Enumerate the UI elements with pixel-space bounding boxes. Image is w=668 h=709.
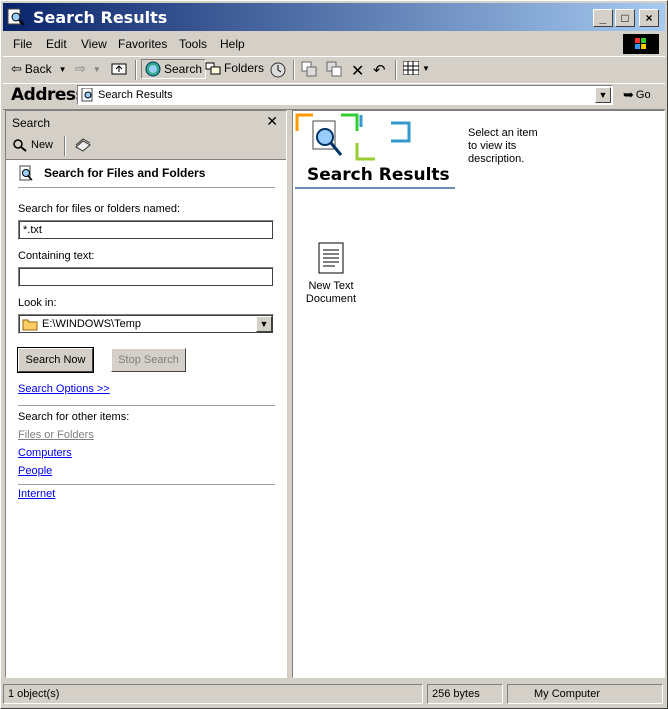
title-underline [295, 187, 455, 189]
files-or-folders-link[interactable]: Files or Folders [18, 429, 94, 441]
indexing-button[interactable] [74, 137, 92, 156]
toolbar-separator [135, 60, 137, 80]
search-results-banner-graphic [295, 113, 411, 161]
filename-input[interactable] [18, 220, 274, 240]
chevron-down-icon: ▼ [58, 64, 67, 74]
description-hint: Select an item to view its description. [468, 127, 538, 165]
address-input[interactable]: Search Results ▼ [77, 85, 613, 105]
search-options-link[interactable]: Search Options >> [18, 383, 110, 395]
search-pane-heading: Search for Files and Folders [44, 166, 206, 180]
search-globe-icon [145, 61, 161, 77]
up-folder-icon [111, 63, 127, 75]
address-bar: Address Search Results ▼ ➥ Go [3, 83, 665, 110]
maximize-button[interactable]: □ [615, 9, 635, 27]
containing-text-input[interactable] [18, 267, 274, 287]
other-items-label: Search for other items: [18, 411, 130, 423]
explorer-window: Search Results _ □ × File Edit View Favo… [0, 0, 668, 709]
indexing-service-icon [75, 138, 91, 152]
search-pane-title: Search [12, 116, 51, 130]
menu-edit[interactable]: Edit [46, 37, 67, 51]
file-item[interactable]: New Text Document [301, 241, 361, 306]
back-arrow-icon: ⇦ [11, 61, 22, 76]
views-grid-icon [403, 61, 419, 75]
menu-favorites[interactable]: Favorites [118, 37, 167, 51]
chevron-down-icon: ▼ [598, 90, 608, 100]
results-title: Search Results [307, 165, 450, 185]
menu-bar: File Edit View Favorites Tools Help [3, 33, 665, 55]
folders-icon [205, 62, 221, 75]
divider [18, 484, 275, 485]
folders-button[interactable]: Folders [205, 61, 264, 75]
search-window-icon [7, 8, 25, 26]
divider [18, 405, 275, 406]
search-pane-toolbar: New [6, 133, 286, 160]
containing-label: Containing text: [18, 250, 95, 262]
new-search-icon [13, 139, 27, 152]
chevron-down-icon: ▼ [92, 64, 101, 74]
status-size: 256 bytes [427, 684, 503, 704]
toolbar-separator [395, 60, 397, 80]
chevron-down-icon: ▼ [422, 63, 430, 73]
stop-search-button[interactable]: Stop Search [111, 348, 186, 372]
history-icon [270, 62, 286, 78]
status-zone: My Computer [507, 684, 663, 704]
delete-button[interactable]: ✕ [351, 61, 364, 81]
status-bar: 1 object(s) 256 bytes My Computer [3, 682, 665, 706]
divider [18, 187, 275, 188]
delete-x-icon: ✕ [351, 63, 365, 80]
windows-logo-icon [623, 34, 659, 54]
forward-arrow-icon: ⇨ [75, 61, 86, 76]
title-bar[interactable]: Search Results _ □ × [3, 3, 665, 31]
computers-link[interactable]: Computers [18, 447, 72, 459]
copy-to-icon [326, 61, 342, 77]
toolbar-separator [293, 60, 295, 80]
search-now-button[interactable]: Search Now [17, 347, 94, 373]
search-toggle-button[interactable]: Search [141, 59, 207, 79]
copy-to-button[interactable] [326, 61, 342, 77]
go-button[interactable]: ➥ Go [623, 87, 651, 103]
menu-help[interactable]: Help [220, 37, 245, 51]
search-pane: Search ✕ New Search for Files and Folder… [5, 110, 287, 678]
undo-button[interactable]: ↶ [373, 61, 386, 79]
new-search-button[interactable]: New [12, 138, 53, 152]
look-in-label: Look in: [18, 297, 57, 309]
standard-toolbar: ⇦ Back ▼ ⇨ ▼ Search Folders ✕ ↶ ▼ [3, 56, 665, 84]
close-pane-icon[interactable]: ✕ [266, 113, 278, 130]
menu-tools[interactable]: Tools [179, 37, 207, 51]
search-results-icon [81, 88, 93, 102]
menu-file[interactable]: File [13, 37, 32, 51]
undo-icon: ↶ [373, 62, 386, 79]
look-in-dropdown-button[interactable]: ▼ [256, 316, 272, 332]
named-label: Search for files or folders named: [18, 203, 181, 215]
move-to-button[interactable] [301, 61, 317, 77]
move-to-icon [301, 61, 317, 77]
menu-view[interactable]: View [81, 37, 107, 51]
look-in-select[interactable]: E:\WINDOWS\Temp ▼ [18, 314, 274, 334]
close-button[interactable]: × [639, 9, 659, 27]
go-arrow-icon: ➥ [623, 87, 634, 102]
folder-icon [22, 319, 38, 331]
text-document-icon [318, 242, 344, 274]
chevron-down-icon: ▼ [259, 319, 269, 329]
file-name-line2: Document [305, 293, 357, 305]
window-title: Search Results [33, 8, 168, 27]
internet-link[interactable]: Internet [18, 488, 55, 500]
search-files-icon [19, 165, 33, 181]
results-view: Search Results Select an item to view it… [292, 110, 665, 678]
views-button[interactable]: ▼ [403, 61, 430, 75]
people-link[interactable]: People [18, 465, 52, 477]
toolbar-separator [64, 136, 66, 156]
back-button[interactable]: ⇦ Back ▼ [11, 61, 67, 77]
search-pane-header: Search ✕ [6, 111, 286, 133]
address-label: Address [11, 85, 86, 105]
history-button[interactable] [269, 61, 287, 79]
minimize-button[interactable]: _ [593, 9, 613, 27]
forward-button[interactable]: ⇨ ▼ [75, 61, 101, 77]
address-dropdown-button[interactable]: ▼ [595, 87, 611, 103]
status-object-count: 1 object(s) [3, 684, 423, 704]
up-folder-button[interactable] [111, 61, 127, 75]
file-name-line1: New Text [308, 280, 354, 292]
